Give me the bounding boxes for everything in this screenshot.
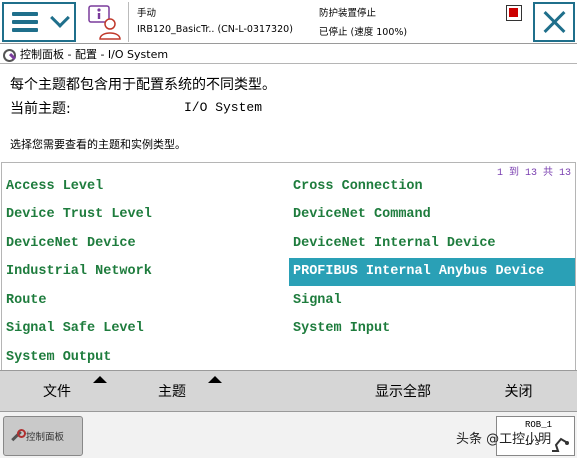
list-item[interactable]: Device Trust Level (2, 201, 289, 229)
list-item[interactable]: Access Level (2, 172, 289, 200)
robot-arm-icon (552, 437, 569, 452)
type-list: 1 到 13 共 13 Access Level Cross Connection… (1, 162, 576, 370)
breadcrumb: 控制面板 - 配置 - I/O System (0, 44, 577, 64)
list-item[interactable]: DeviceNet Command (289, 201, 575, 229)
breadcrumb-text: 控制面板 - 配置 - I/O System (20, 47, 169, 61)
watermark-text: 头条 @工控小明 (456, 432, 552, 447)
safety-state: 防护装置停止 (319, 8, 377, 19)
topic-menu-up-arrow-icon (208, 376, 222, 383)
program-edit-icon (506, 5, 522, 21)
control-panel-tab-label: 控制面板 (26, 432, 65, 443)
list-item[interactable]: Industrial Network (2, 258, 289, 286)
close-label: 关闭 (504, 384, 533, 400)
topic-info: 每个主题都包含用于配置系统的不同类型。 当前主题: I/O System 选择您… (0, 66, 577, 162)
list-item[interactable]: DeviceNet Internal Device (289, 229, 575, 257)
wrench-icon (10, 429, 26, 442)
close-button[interactable]: 关闭 (460, 371, 577, 411)
list-item[interactable]: Cross Connection (289, 172, 575, 200)
show-all-button[interactable]: 显示全部 (346, 371, 460, 411)
show-all-label: 显示全部 (375, 384, 431, 400)
bottom-command-bar: 文件 主题 显示全部 关闭 (0, 370, 577, 412)
run-state: 已停止 (速度 100%) (319, 27, 408, 38)
control-panel-tab[interactable]: 控制面板 (3, 416, 83, 456)
current-topic-value: I/O System (184, 100, 263, 115)
instruction-text: 选择您需要查看的主题和实例类型。 (10, 138, 186, 151)
chevron-down-icon (49, 8, 70, 28)
list-item[interactable]: Signal (289, 286, 575, 314)
file-menu-up-arrow-icon (93, 376, 107, 383)
topic-menu-label: 主题 (158, 384, 186, 400)
main-menu-button[interactable] (2, 2, 76, 42)
close-icon[interactable] (533, 2, 575, 42)
list-item[interactable]: System Input (289, 315, 575, 343)
user-info-icon[interactable] (86, 4, 122, 40)
list-item[interactable]: Signal Safe Level (2, 315, 289, 343)
controller-status-panel[interactable]: 手动 IRB120_BasicTr.. (CN-L-0317320) 防护装置停… (128, 2, 526, 42)
list-item[interactable]: PROFIBUS Internal Anybus Device (289, 257, 575, 286)
control-panel-icon (2, 47, 16, 62)
list-item[interactable]: Route (2, 286, 289, 314)
top-bar: 手动 IRB120_BasicTr.. (CN-L-0317320) 防护装置停… (0, 0, 577, 44)
hamburger-menu-icon (11, 12, 38, 32)
file-menu-label: 文件 (43, 384, 71, 400)
list-item[interactable]: DeviceNet Device (2, 229, 289, 257)
current-topic-label: 当前主题: (10, 101, 71, 117)
controller-name: IRB120_BasicTr.. (CN-L-0317320) (137, 24, 293, 35)
operating-mode: 手动 (137, 8, 157, 19)
list-item[interactable]: System Output (2, 343, 289, 371)
topic-description: 每个主题都包含用于配置系统的不同类型。 (10, 77, 276, 93)
